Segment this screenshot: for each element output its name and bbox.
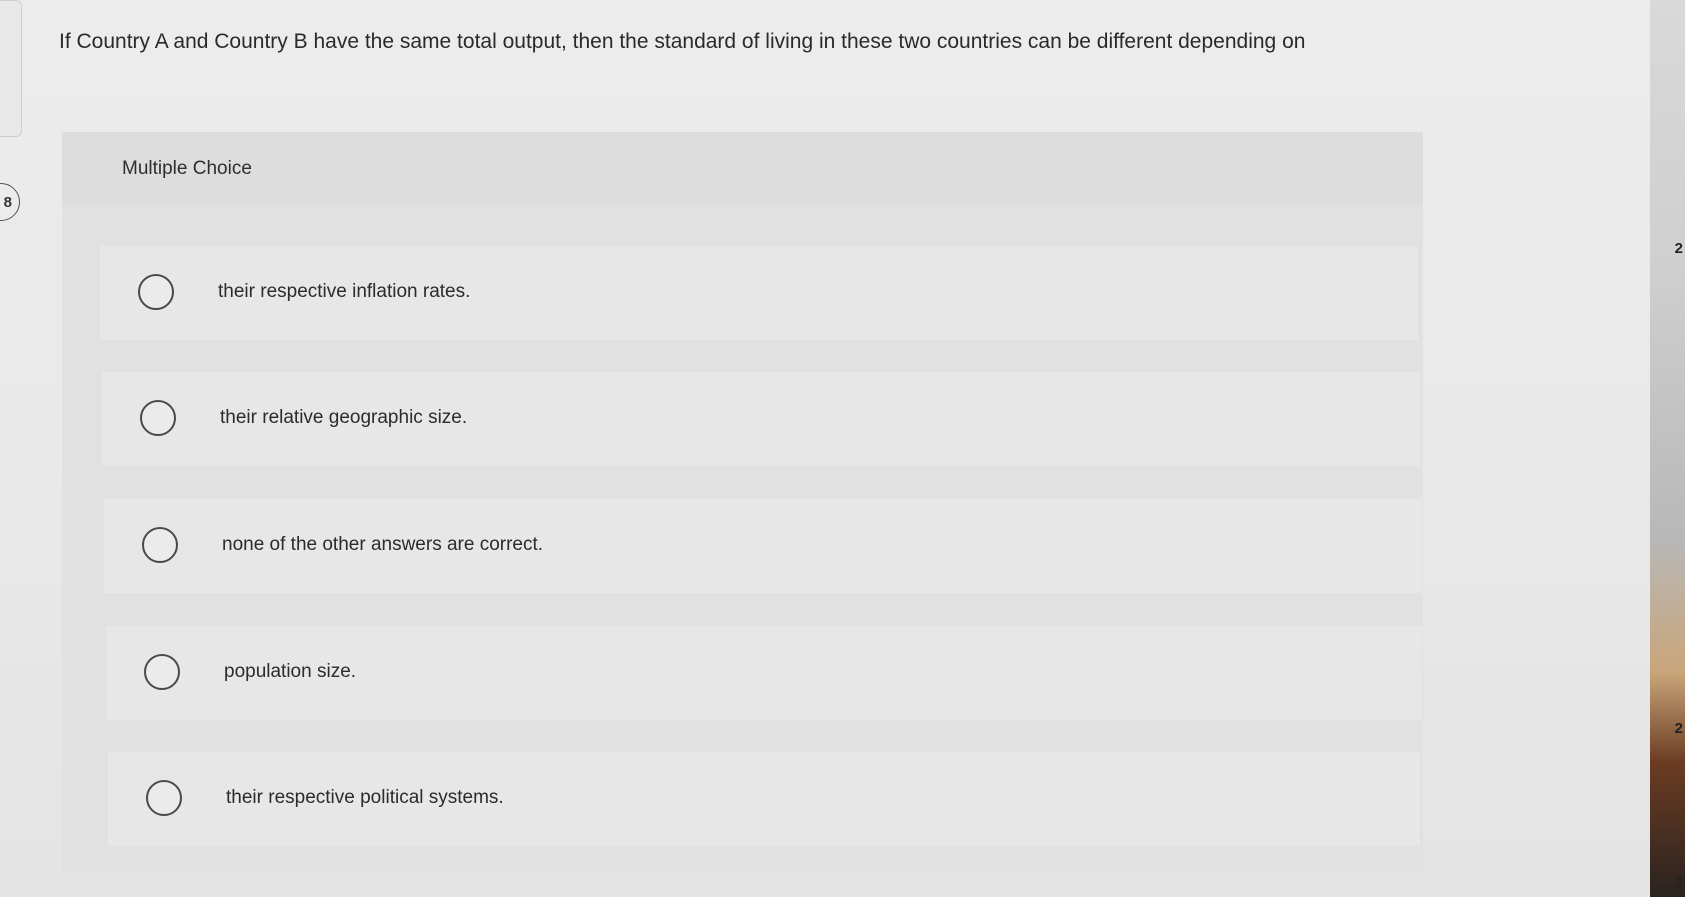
radio-button-icon[interactable] <box>138 274 174 310</box>
edge-marker: 2 <box>1674 874 1683 891</box>
edge-marker: 2 <box>1674 240 1683 257</box>
question-prompt: If Country A and Country B have the same… <box>59 30 1306 53</box>
answer-option-label: their respective political systems. <box>226 787 504 808</box>
multiple-choice-header: Multiple Choice <box>62 132 1423 204</box>
multiple-choice-label: Multiple Choice <box>122 158 252 179</box>
edge-marker: 2 <box>1674 720 1683 737</box>
answer-option-2[interactable]: their relative geographic size. <box>102 372 1420 466</box>
answer-option-3[interactable]: none of the other answers are correct. <box>104 499 1422 593</box>
radio-button-icon[interactable] <box>142 527 178 563</box>
answer-option-5[interactable]: their respective political systems. <box>108 752 1420 846</box>
answer-option-1[interactable]: their respective inflation rates. <box>100 246 1418 340</box>
screen-edge-background: 2 2 2 <box>1650 0 1685 897</box>
answer-option-label: population size. <box>224 661 357 682</box>
radio-button-icon[interactable] <box>140 400 176 436</box>
quiz-page: 8 If Country A and Country B have the sa… <box>0 0 1650 897</box>
question-number: 8 <box>3 194 12 211</box>
answer-option-label: their respective inflation rates. <box>218 281 471 302</box>
answer-option-label: none of the other answers are correct. <box>222 534 544 555</box>
answer-option-4[interactable]: population size. <box>106 626 1422 720</box>
multiple-choice-panel: Multiple Choice their respective inflati… <box>62 132 1423 872</box>
radio-button-icon[interactable] <box>146 780 182 816</box>
radio-button-icon[interactable] <box>144 654 180 690</box>
answer-option-label: their relative geographic size. <box>220 407 468 428</box>
question-nav-panel <box>0 0 22 137</box>
question-number-badge[interactable]: 8 <box>0 183 20 221</box>
